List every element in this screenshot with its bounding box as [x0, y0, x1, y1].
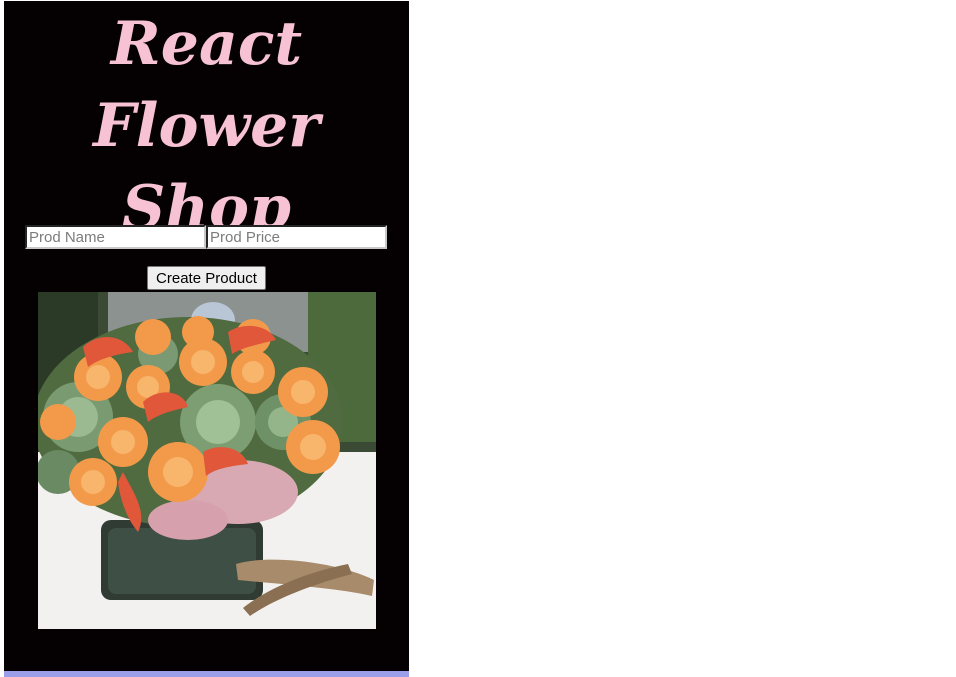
- bottom-bar: [4, 671, 409, 677]
- flower-arrangement-image: [38, 292, 376, 629]
- product-form: [25, 225, 387, 249]
- product-name-input[interactable]: [25, 225, 206, 249]
- create-product-button[interactable]: Create Product: [147, 266, 266, 290]
- product-price-input[interactable]: [206, 225, 387, 249]
- page-title: React Flower Shop: [93, 9, 320, 243]
